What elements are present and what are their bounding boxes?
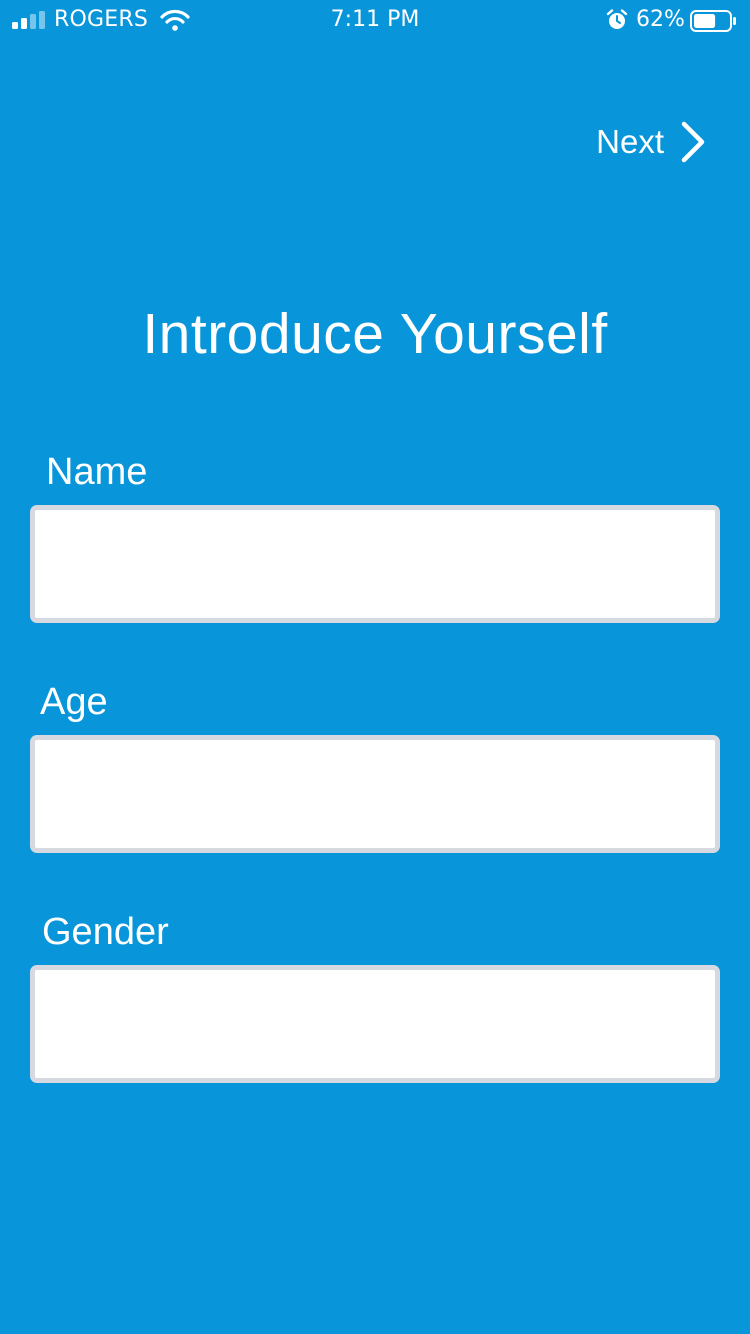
battery-percentage: 62% bbox=[636, 7, 685, 32]
next-button-label: Next bbox=[596, 123, 664, 160]
age-field[interactable] bbox=[35, 740, 715, 848]
age-field-container bbox=[30, 735, 720, 853]
gender-field[interactable] bbox=[35, 970, 715, 1078]
status-bar: ROGERS 7:11 PM 62% bbox=[0, 0, 750, 40]
gender-field-container bbox=[30, 965, 720, 1083]
page-title: Introduce Yourself bbox=[142, 302, 608, 366]
gender-label: Gender bbox=[42, 911, 169, 953]
name-field[interactable] bbox=[35, 510, 715, 618]
age-label: Age bbox=[40, 681, 108, 723]
alarm-icon bbox=[606, 9, 628, 29]
name-field-container bbox=[30, 505, 720, 623]
name-label: Name bbox=[46, 451, 148, 493]
chevron-right-icon bbox=[681, 121, 705, 163]
next-button[interactable]: Next bbox=[596, 120, 706, 164]
battery-icon bbox=[690, 10, 736, 32]
